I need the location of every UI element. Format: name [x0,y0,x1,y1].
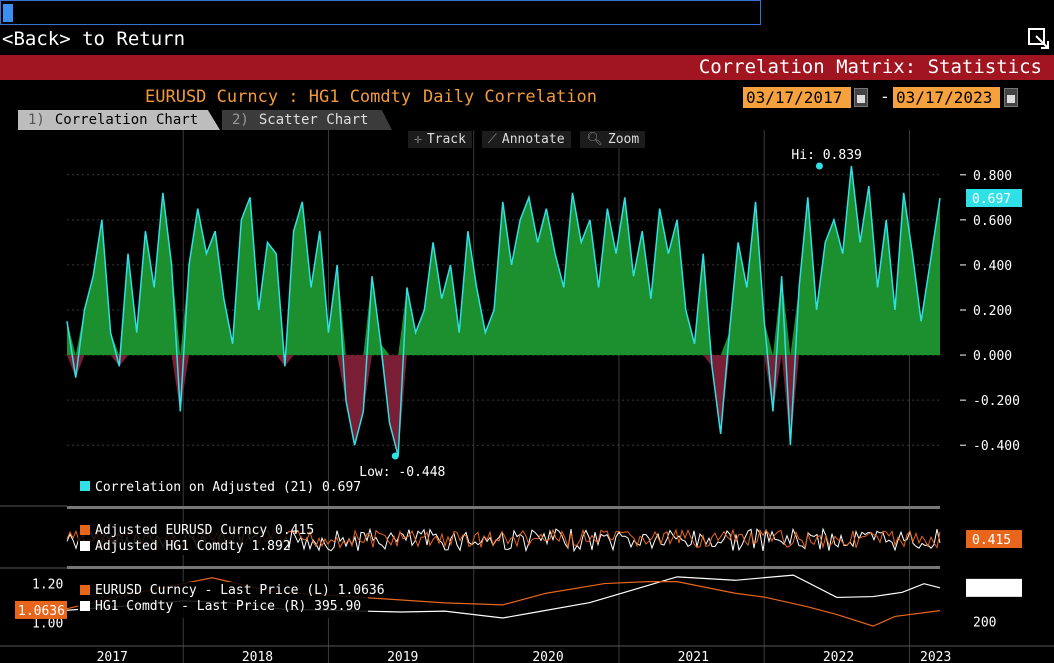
security-pair-label: EURUSD Curncy : HG1 Comdty [145,87,412,107]
page-title: Correlation Matrix: Statistics [698,56,1042,78]
start-date-field[interactable]: 03/17/2017 [743,87,851,108]
y-tick-label: 0.600 [973,214,1012,229]
y-tick-label: -0.200 [973,394,1020,409]
text-cursor [3,4,13,22]
legend-swatch [80,585,90,595]
x-tick-label: 2022 [823,650,854,663]
x-tick-label: 2019 [387,650,418,663]
title-bar: Correlation Matrix: Statistics [0,55,1054,80]
x-tick-label: 2017 [97,650,128,663]
legend-adjusted-hg: Adjusted HG1 Comdty 1.892 [95,539,291,554]
legend-eur-price: EURUSD Curncy - Last Price (L) 1.0636 [95,583,385,598]
tab-correlation-chart[interactable]: 1) Correlation Chart [18,110,220,130]
legend-swatch [80,601,90,611]
hi-marker [815,162,823,170]
legend-hg-price: HG1 Comdty - Last Price (R) 395.90 [95,599,361,614]
annotate-button[interactable]: ⟋ Annotate [481,131,571,148]
x-tick-label: 2020 [532,650,563,663]
negative-correlation-area [67,355,940,457]
panel-divider [67,566,940,569]
legend-adjusted-eur: Adjusted EURUSD Curncy 0.415 [95,523,314,538]
y-tick-label: 0.400 [973,259,1012,274]
x-tick-label: 2023 [920,650,951,663]
current-value-label: 0.415 [972,533,1011,548]
export-icon[interactable] [1028,28,1050,50]
tab-number: 1) [28,112,45,128]
low-label: Low: -0.448 [359,465,445,480]
annotate-label: Annotate [501,132,565,147]
end-date-field[interactable]: 03/17/2023 [893,87,1000,108]
track-button[interactable]: ✛ Track [408,131,472,148]
calendar-icon[interactable] [1004,88,1018,107]
chart-toolbar: ✛ Track ⟋ Annotate 🔍︎ Zoom [408,131,647,151]
low-marker [391,452,399,460]
legend-swatch [80,525,90,535]
tab-label: Scatter Chart [258,112,369,128]
y-tick-label: 0.800 [973,169,1012,184]
pencil-icon: ⟋ [487,132,497,147]
left-current-label: 1.0636 [18,604,65,619]
positive-correlation-area [67,166,940,356]
back-link[interactable]: <Back> to Return [2,28,185,50]
magnifier-icon: 🔍︎ [586,132,603,147]
current-value-label: 0.697 [972,192,1011,207]
tab-number: 2) [232,112,249,128]
command-line-input[interactable] [0,0,761,25]
correlation-mode-label: Daily Correlation [423,87,597,107]
track-label: Track [426,132,466,147]
zoom-label: Zoom [607,132,640,147]
tab-scatter-chart[interactable]: 2) Scatter Chart [222,110,392,130]
legend-correlation: Correlation on Adjusted (21) 0.697 [95,480,361,495]
date-separator: - [880,87,890,106]
legend-swatch [80,541,90,551]
y-tick-label: 0.000 [973,349,1012,364]
right-current-label: 395.90 [972,582,1019,597]
left-tick-label: 1.20 [32,578,63,593]
hi-label: Hi: 0.839 [791,148,861,163]
correlation-chart[interactable]: 0.800 0.600 0.400 0.200 0.000 -0.200 -0.400 0.6… [0,130,1054,663]
calendar-icon[interactable] [854,88,868,107]
y-tick-label: 0.200 [973,304,1012,319]
crosshair-icon: ✛ [414,132,422,147]
x-tick-label: 2018 [242,650,273,663]
x-tick-label: 2021 [678,650,709,663]
legend-swatch [80,481,90,491]
tab-label: Correlation Chart [54,112,199,128]
panel-divider [67,506,940,509]
right-tick-label: 200 [973,615,996,630]
zoom-button[interactable]: 🔍︎ Zoom [580,131,646,148]
y-tick-label: -0.400 [973,439,1020,454]
